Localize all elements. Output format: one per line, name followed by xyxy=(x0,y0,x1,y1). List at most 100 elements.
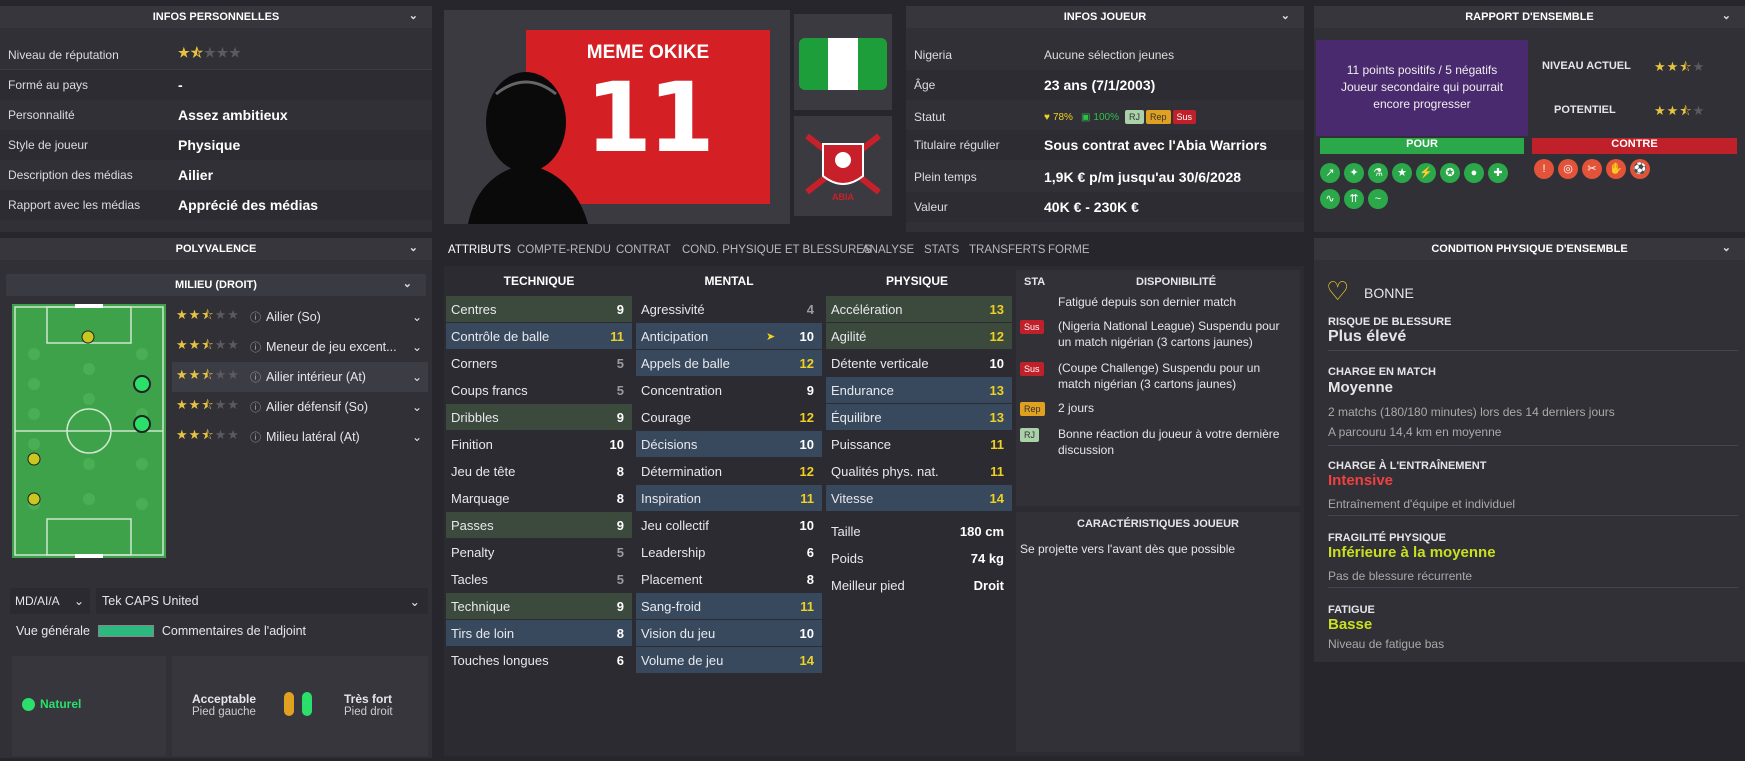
trend-up-icon[interactable]: ↗ xyxy=(1320,163,1340,183)
attribute-row[interactable]: Touches longues 6 xyxy=(446,647,632,673)
versatility-header[interactable]: POLYVALENCE ⌄ xyxy=(0,238,432,260)
scissors-icon[interactable]: ✂ xyxy=(1582,159,1602,179)
chevron-down-icon[interactable]: ⌄ xyxy=(1281,9,1290,22)
chevron-down-icon[interactable]: ⌄ xyxy=(412,430,422,444)
sus-badge[interactable]: Sus xyxy=(1172,110,1197,124)
role-row[interactable]: ★★⯪★★ ⓘ Ailier intérieur (At) ⌄ xyxy=(172,362,428,392)
target-icon[interactable]: ◎ xyxy=(1558,159,1578,179)
role-row[interactable]: ★★⯪★★ ⓘ Ailier défensif (So) ⌄ xyxy=(172,392,428,422)
personal-info-header[interactable]: INFOS PERSONNELLES ⌄ xyxy=(0,6,432,28)
tackle-icon[interactable]: ✋ xyxy=(1606,159,1626,179)
team-select[interactable]: Tek CAPS United ⌄ xyxy=(96,588,428,614)
sus-badge[interactable]: Sus xyxy=(1020,320,1044,334)
attribute-row[interactable]: Agressivité 4 xyxy=(636,296,822,322)
sus-badge[interactable]: Sus xyxy=(1020,362,1044,376)
chevron-down-icon[interactable]: ⌄ xyxy=(412,340,422,354)
info-icon[interactable]: ⓘ xyxy=(250,339,261,355)
attribute-row[interactable]: Jeu collectif 10 xyxy=(636,512,822,538)
role-row[interactable]: ★★⯪★★ ⓘ Milieu latéral (At) ⌄ xyxy=(172,422,428,452)
attribute-row[interactable]: Corners 5 xyxy=(446,350,632,376)
attribute-row[interactable]: Vision du jeu 10 xyxy=(636,620,822,646)
chevron-down-icon[interactable]: ⌄ xyxy=(412,310,422,324)
chevron-down-icon[interactable]: ⌄ xyxy=(1722,241,1731,254)
wave-icon[interactable]: ~ xyxy=(1368,189,1388,209)
attribute-row[interactable]: Détermination 12 xyxy=(636,458,822,484)
player-info-header[interactable]: INFOS JOUEUR ⌄ xyxy=(906,6,1304,28)
tab-attributs[interactable]: ATTRIBUTS xyxy=(448,244,511,256)
attribute-row[interactable]: Centres 9 xyxy=(446,296,632,322)
toggle-switch[interactable] xyxy=(97,625,154,637)
chevron-down-icon[interactable]: ⌄ xyxy=(74,594,84,608)
attribute-row[interactable]: Jeu de tête 8 xyxy=(446,458,632,484)
tab-transferts[interactable]: TRANSFERTS xyxy=(969,244,1045,256)
tab-stats[interactable]: STATS xyxy=(924,244,959,256)
head-icon[interactable]: ● xyxy=(1464,163,1484,183)
attribute-row[interactable]: Marquage 8 xyxy=(446,485,632,511)
tab-condition[interactable]: COND. PHYSIQUE ET BLESSURES xyxy=(682,244,872,256)
attribute-row[interactable]: Équilibre 13 xyxy=(826,404,1012,430)
attribute-row[interactable]: Passes 9 xyxy=(446,512,632,538)
bandage-icon[interactable]: ✚ xyxy=(1488,163,1508,183)
attribute-row[interactable]: Dribbles 9 xyxy=(446,404,632,430)
attribute-row[interactable]: Décisions 10 xyxy=(636,431,822,457)
chevron-down-icon[interactable]: ⌄ xyxy=(410,594,420,609)
attribute-row[interactable]: Accélération 13 xyxy=(826,296,1012,322)
attribute-row[interactable]: Inspiration 11 xyxy=(636,485,822,511)
attribute-row[interactable]: Vitesse 14 xyxy=(826,485,1012,511)
rj-badge[interactable]: RJ xyxy=(1124,110,1144,124)
info-icon[interactable]: ⓘ xyxy=(250,399,261,415)
attribute-row[interactable]: Volume de jeu 14 xyxy=(636,647,822,673)
attribute-row[interactable]: Endurance 13 xyxy=(826,377,1012,403)
chevron-down-icon[interactable]: ⌄ xyxy=(1722,9,1731,22)
attribute-row[interactable]: Technique 9 xyxy=(446,593,632,619)
attribute-row[interactable]: Détente verticale 10 xyxy=(826,350,1012,376)
chevron-down-icon[interactable]: ⌄ xyxy=(403,277,412,290)
attribute-row[interactable]: Contrôle de balle 11 xyxy=(446,323,632,349)
info-icon[interactable]: ⓘ xyxy=(250,369,261,385)
rj-badge[interactable]: RJ xyxy=(1020,428,1039,442)
attribute-row[interactable]: Anticipation 10 xyxy=(636,323,822,349)
attribute-row[interactable]: Puissance 11 xyxy=(826,431,1012,457)
brain-icon[interactable]: ✦ xyxy=(1344,163,1364,183)
boots-icon[interactable]: ✪ xyxy=(1440,163,1460,183)
attribute-row[interactable]: Leadership 6 xyxy=(636,539,822,565)
attribute-row[interactable]: Penalty 5 xyxy=(446,539,632,565)
overall-report-header[interactable]: RAPPORT D'ENSEMBLE ⌄ xyxy=(1314,6,1745,28)
tab-contrat[interactable]: CONTRAT xyxy=(616,244,671,256)
warning-icon[interactable]: ! xyxy=(1534,159,1554,179)
attribute-row[interactable]: Sang-froid 11 xyxy=(636,593,822,619)
arrows-up-icon[interactable]: ⇈ xyxy=(1344,189,1364,209)
role-row[interactable]: ★★⯪★★ ⓘ Meneur de jeu excent... ⌄ xyxy=(172,332,428,362)
attribute-row[interactable]: Finition 10 xyxy=(446,431,632,457)
condition-header[interactable]: CONDITION PHYSIQUE D'ENSEMBLE ⌄ xyxy=(1314,238,1745,260)
attribute-row[interactable]: Tacles 5 xyxy=(446,566,632,592)
attribute-row[interactable]: Qualités phys. nat. 11 xyxy=(826,458,1012,484)
attribute-row[interactable]: Concentration 9 xyxy=(636,377,822,403)
attribute-row[interactable]: Courage 12 xyxy=(636,404,822,430)
rep-badge[interactable]: Rep xyxy=(1145,110,1171,124)
attribute-row[interactable]: Placement 8 xyxy=(636,566,822,592)
attribute-row[interactable]: Coups francs 5 xyxy=(446,377,632,403)
pulse-icon[interactable]: ∿ xyxy=(1320,189,1340,209)
info-icon[interactable]: ⓘ xyxy=(250,429,261,445)
ball-icon[interactable]: ⚽ xyxy=(1630,159,1650,179)
chevron-down-icon[interactable]: ⌄ xyxy=(412,400,422,414)
chevron-down-icon[interactable]: ⌄ xyxy=(412,370,422,384)
attribute-row[interactable]: Tirs de loin 8 xyxy=(446,620,632,646)
chevron-down-icon[interactable]: ⌄ xyxy=(409,9,418,22)
flask-icon[interactable]: ⚗ xyxy=(1368,163,1388,183)
role-row[interactable]: ★★⯪★★ ⓘ Ailier (So) ⌄ xyxy=(172,302,428,332)
position-selector[interactable]: MILIEU (DROIT) ⌄ xyxy=(6,274,426,296)
rep-badge[interactable]: Rep xyxy=(1020,402,1045,416)
info-icon[interactable]: ⓘ xyxy=(250,309,261,325)
attribute-row[interactable]: Appels de balle 12 xyxy=(636,350,822,376)
lightning-icon[interactable]: ⚡ xyxy=(1416,163,1436,183)
tab-compte-rendu[interactable]: COMPTE-RENDU xyxy=(517,244,611,256)
tab-analyse[interactable]: ANALYSE xyxy=(862,244,914,256)
star-icon[interactable]: ★ xyxy=(1392,163,1412,183)
chevron-down-icon[interactable]: ⌄ xyxy=(409,241,418,254)
overview-toggle[interactable]: Vue générale Commentaires de l'adjoint xyxy=(16,624,306,638)
tab-forme[interactable]: FORME xyxy=(1048,244,1090,256)
formation-select[interactable]: MD/AI/A ⌄ xyxy=(10,588,90,614)
attribute-row[interactable]: Agilité 12 xyxy=(826,323,1012,349)
